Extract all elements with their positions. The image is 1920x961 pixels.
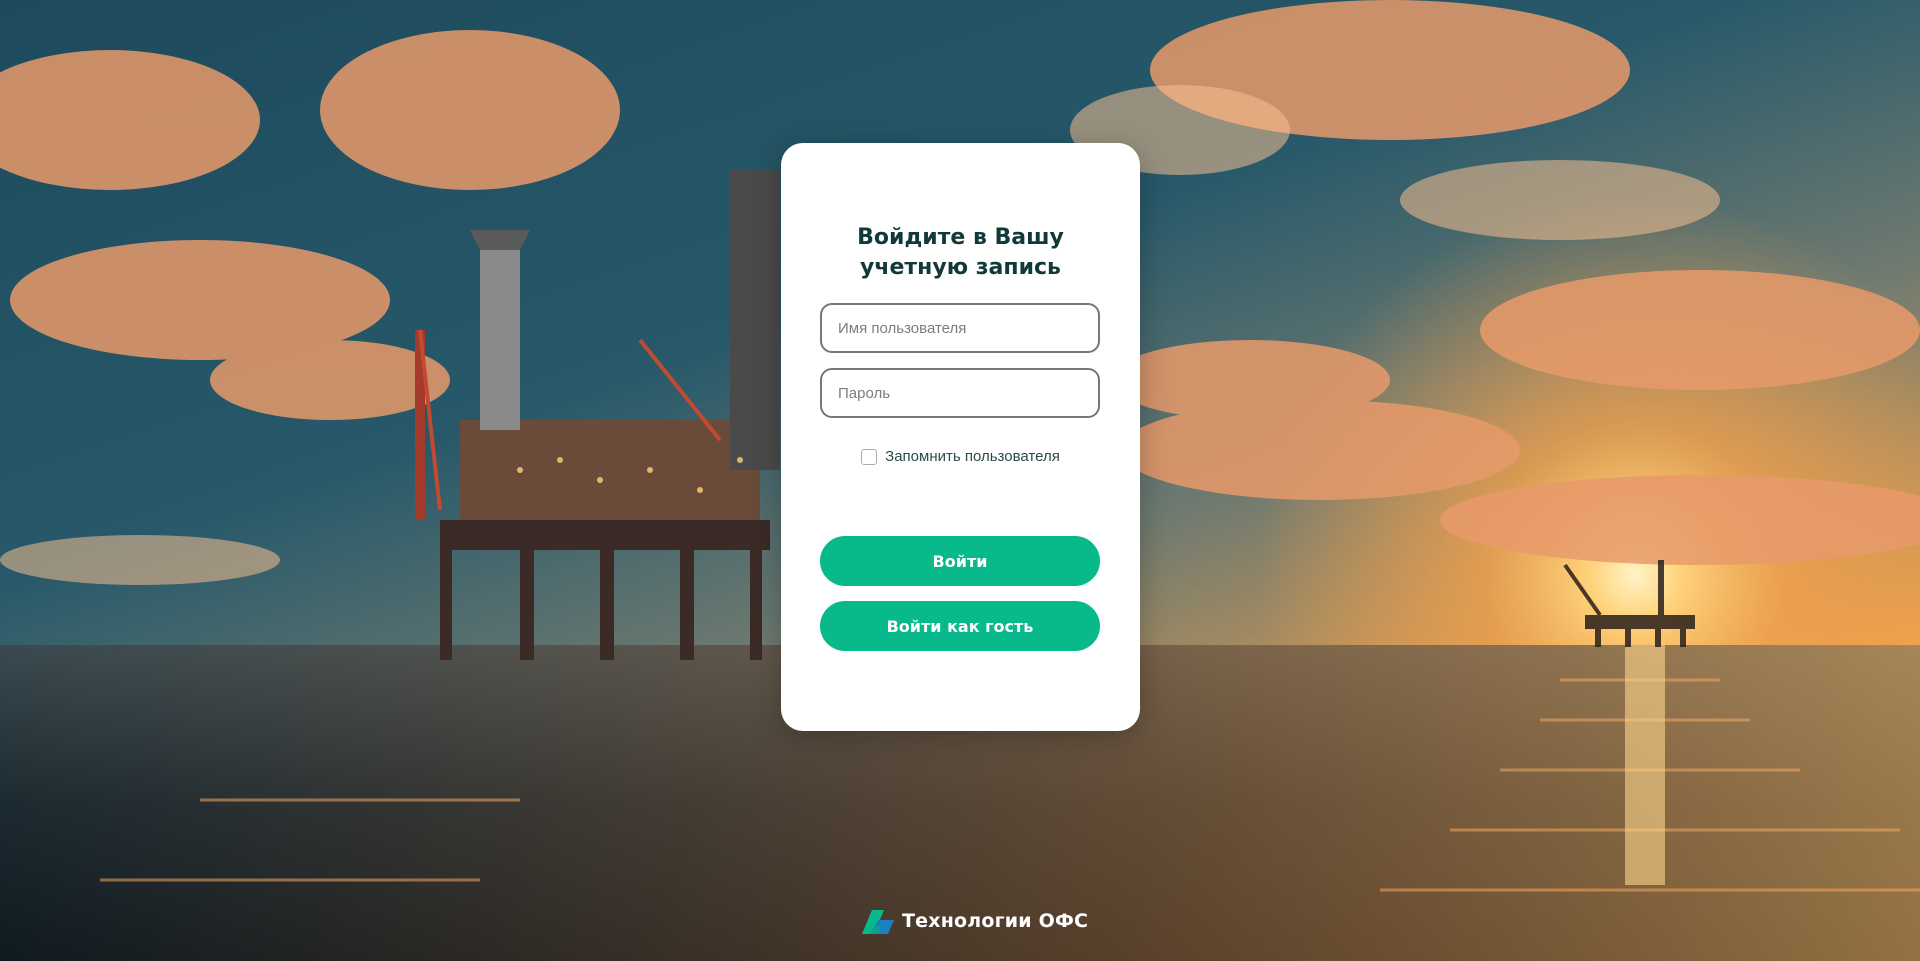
password-input[interactable] [820,368,1100,418]
guest-login-button[interactable]: Войти как гость [820,601,1100,651]
login-title-line1: Войдите в Вашу [857,225,1064,250]
remember-me-checkbox[interactable] [861,448,878,465]
ofs-logo-icon [862,910,894,934]
login-card: Войдите в Вашу учетную запись Запомнить … [781,143,1140,731]
remember-me-row[interactable]: Запомнить пользователя [781,448,1140,465]
login-button[interactable]: Войти [820,536,1100,586]
login-page: Войдите в Вашу учетную запись Запомнить … [0,0,1920,961]
brand: Технологии ОФС [858,903,1088,939]
brand-name: Технологии ОФС [902,910,1089,932]
remember-me-label[interactable]: Запомнить пользователя [885,448,1060,465]
login-title: Войдите в Вашу учетную запись [781,223,1140,283]
login-title-line2: учетную запись [860,255,1061,280]
username-input[interactable] [820,303,1100,353]
